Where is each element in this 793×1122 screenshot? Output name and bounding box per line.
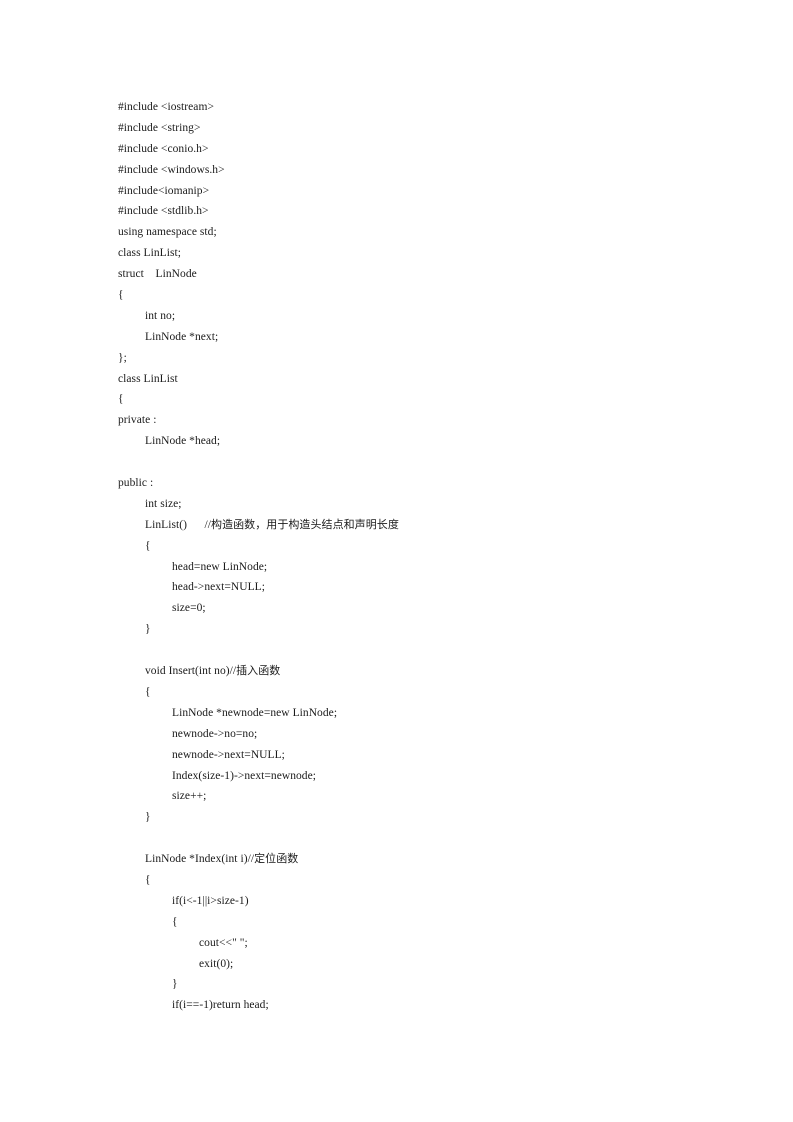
code-line: int size; — [145, 497, 182, 510]
code-line: struct LinNode — [118, 268, 197, 281]
code-line: LinNode *head; — [145, 435, 221, 448]
code-line: class LinList — [118, 372, 178, 385]
code-line: Index(size-1)->next=newnode; — [172, 769, 317, 782]
code-line: } — [145, 623, 151, 636]
code-line: using namespace std; — [118, 226, 217, 239]
code-line: { — [118, 289, 124, 302]
code-line: { — [145, 685, 151, 698]
code-line: if(i<-1||i>size-1) — [172, 894, 249, 907]
code-line: newnode->next=NULL; — [172, 748, 285, 761]
code-line: } — [145, 811, 151, 824]
code-line: { — [145, 873, 151, 886]
code-line: #include<iomanip> — [118, 184, 210, 197]
code-line: public : — [118, 477, 154, 490]
code-line: #include <windows.h> — [118, 163, 225, 176]
code-line: head=new LinNode; — [172, 560, 268, 573]
code-line: { — [118, 393, 124, 406]
code-line: exit(0); — [199, 957, 234, 970]
code-line: LinNode *next; — [145, 330, 219, 343]
code-line: LinNode *newnode=new LinNode; — [172, 706, 338, 719]
code-line: { — [172, 915, 178, 928]
code-line: size=0; — [172, 602, 206, 615]
code-line: int no; — [145, 309, 176, 322]
code-line: #include <stdlib.h> — [118, 205, 209, 218]
code-line: void Insert(int no)//插入函数 — [145, 664, 281, 678]
cjk-comment-text: 定位函数 — [254, 852, 299, 866]
code-line: head->next=NULL; — [172, 581, 265, 594]
code-line: class LinList; — [118, 247, 181, 260]
code-line: #include <iostream> — [118, 101, 214, 113]
code-line: LinNode *Index(int i)//定位函数 — [145, 852, 299, 866]
cjk-comment-text: 插入函数 — [236, 664, 281, 678]
code-line: cout<<" "; — [199, 936, 248, 949]
code-line: { — [145, 539, 151, 552]
code-line: if(i==-1)return head; — [172, 999, 269, 1012]
code-line: size++; — [172, 790, 207, 803]
cjk-comment-text: 构造函数，用于构造头结点和声明长度 — [211, 517, 399, 531]
code-line: LinList() //构造函数，用于构造头结点和声明长度 — [145, 517, 399, 531]
code-line: #include <conio.h> — [118, 142, 209, 155]
document-page: #include <iostream> #include <string> #inc… — [0, 0, 793, 1122]
code-line: #include <string> — [118, 121, 201, 134]
code-line: } — [172, 978, 178, 991]
code-line: }; — [118, 351, 127, 364]
source-code-listing: #include <iostream> #include <string> #inc… — [118, 97, 738, 1016]
code-line: private : — [118, 414, 157, 427]
code-line: newnode->no=no; — [172, 727, 258, 740]
